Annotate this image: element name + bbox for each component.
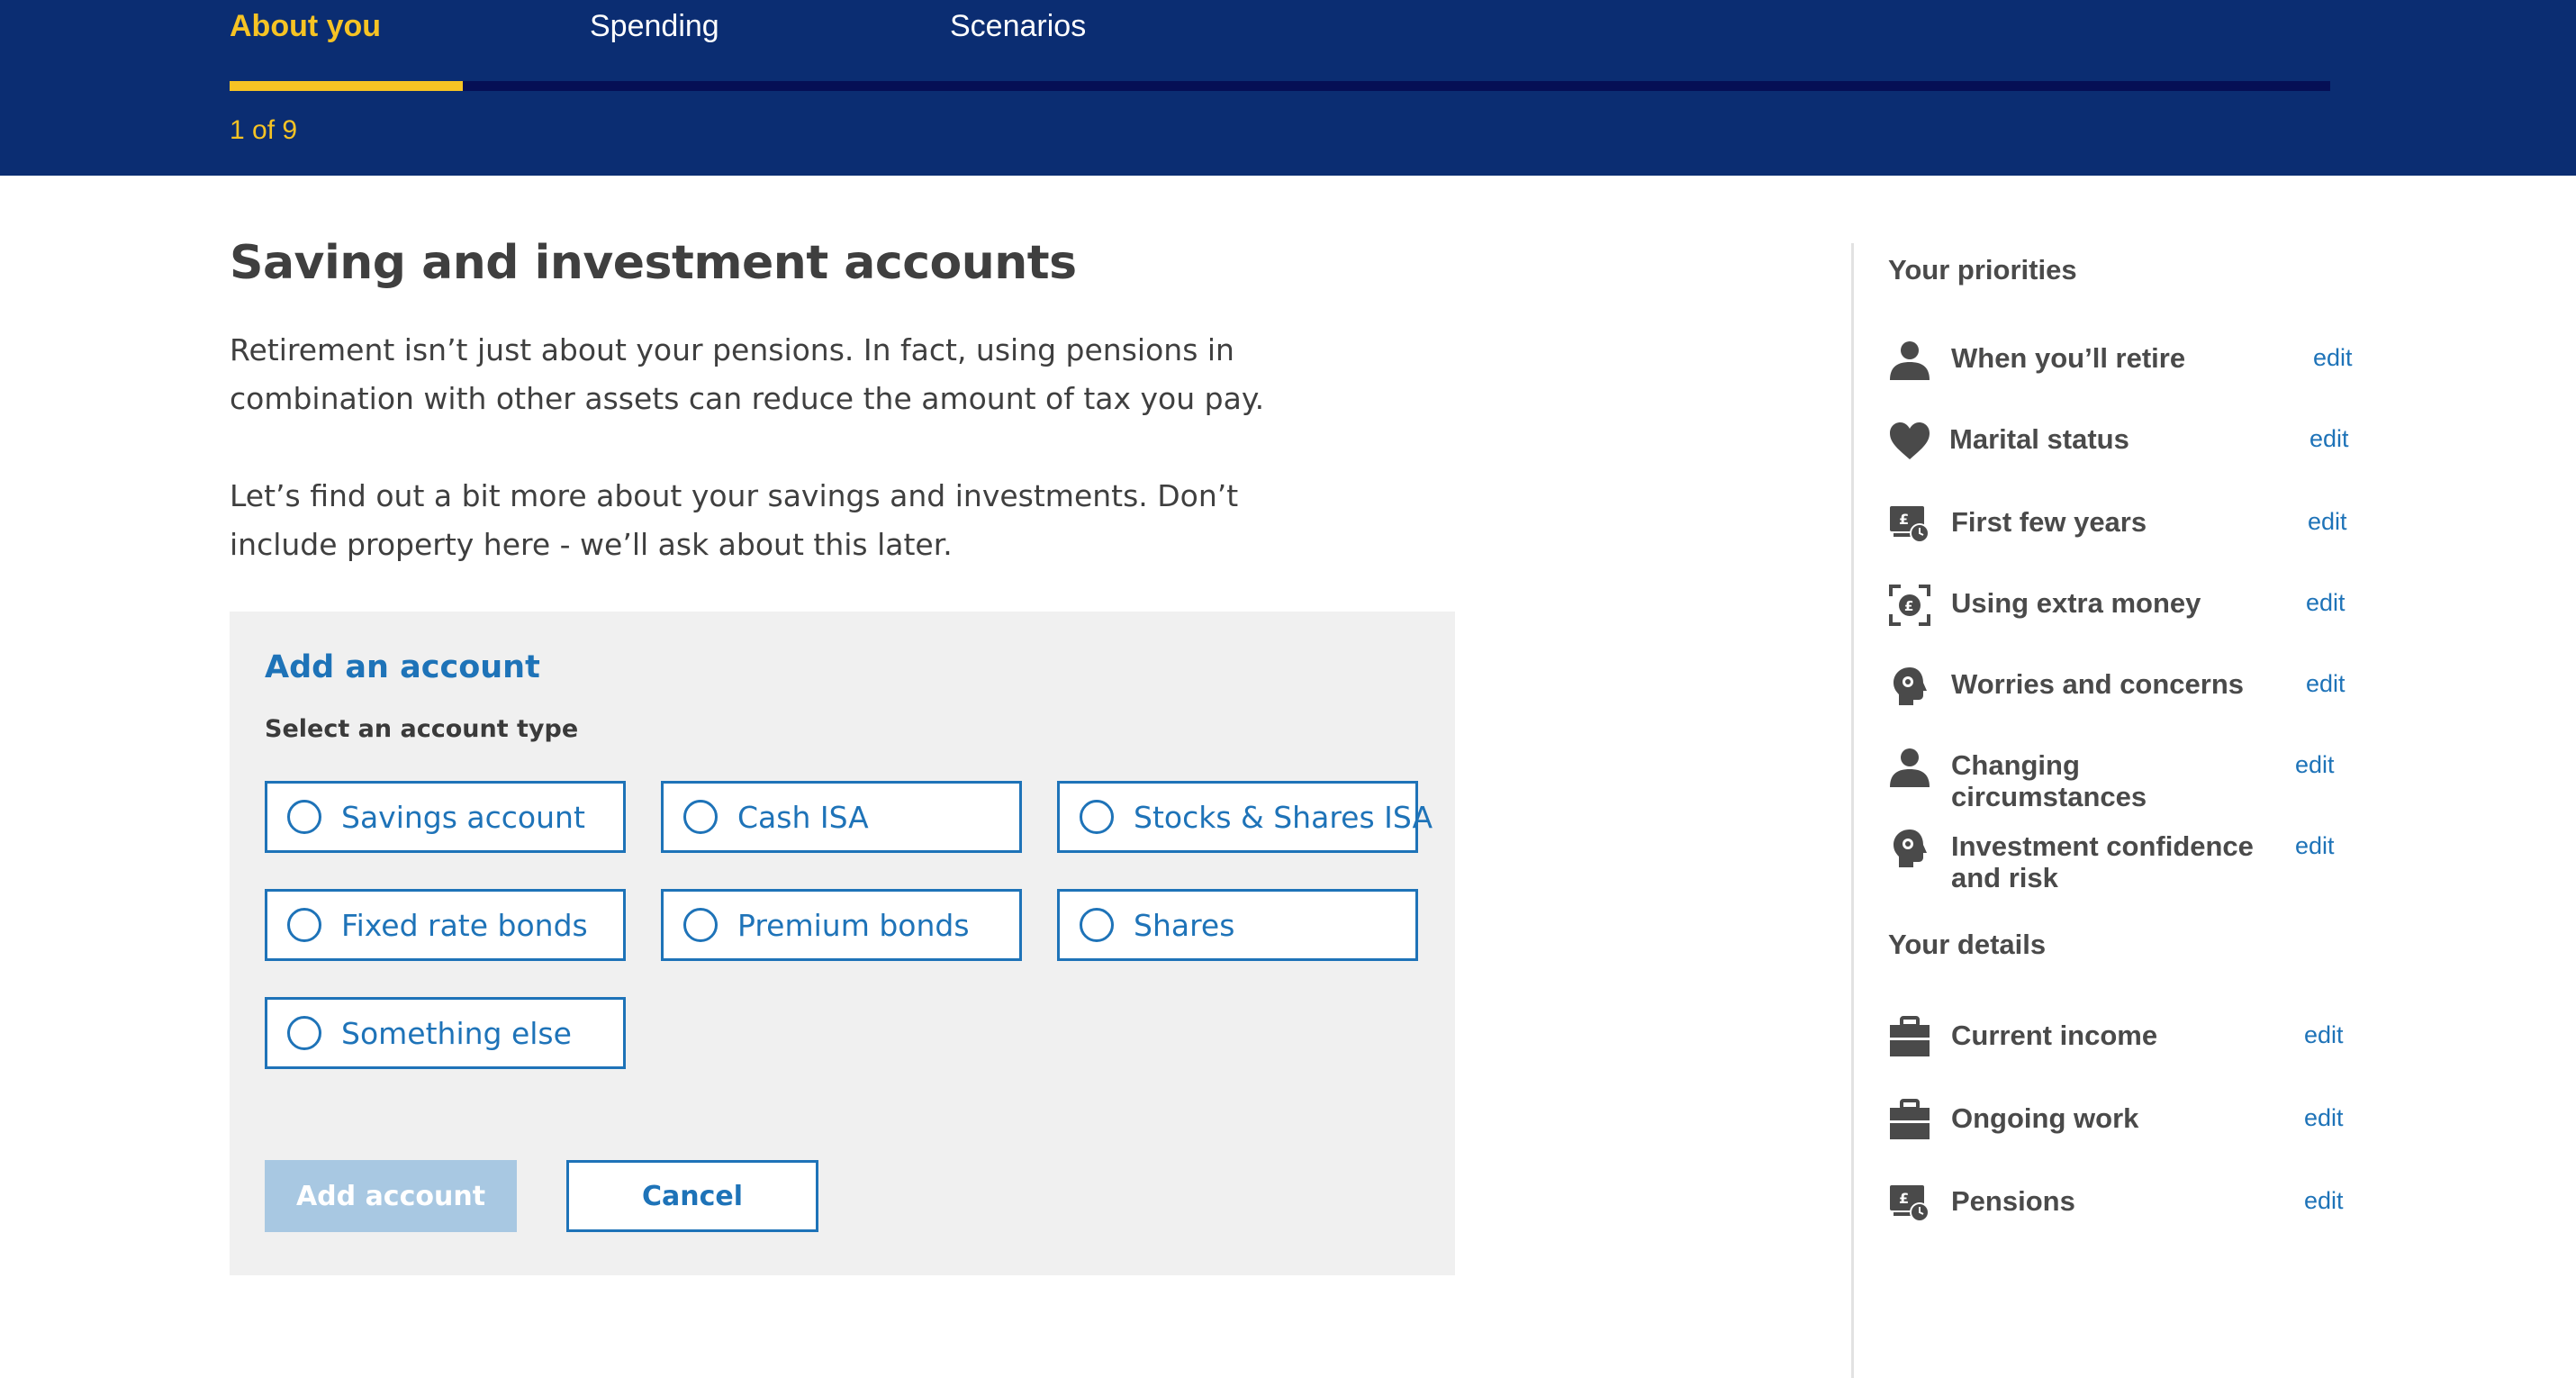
option-label: Premium bonds bbox=[737, 907, 970, 943]
sidebar-item-label: Marital status bbox=[1949, 423, 2129, 455]
svg-text:£: £ bbox=[1899, 511, 1909, 528]
svg-text:£: £ bbox=[1904, 598, 1913, 614]
option-premium-bonds[interactable]: Premium bonds bbox=[661, 889, 1022, 961]
page-title: Saving and investment accounts bbox=[230, 236, 1077, 290]
option-stocks-shares-isa[interactable]: Stocks & Shares ISA bbox=[1057, 781, 1433, 853]
add-account-button[interactable]: Add account bbox=[265, 1160, 517, 1232]
tab-spending[interactable]: Spending bbox=[590, 9, 719, 44]
progress-bar-fill bbox=[230, 81, 463, 91]
head-icon bbox=[1894, 830, 1927, 867]
coin-focus-icon: £ bbox=[1889, 585, 1930, 626]
edit-link[interactable]: edit bbox=[2313, 344, 2353, 372]
sidebar-item-label: Using extra money bbox=[1951, 587, 2201, 619]
edit-link[interactable]: edit bbox=[2308, 508, 2347, 536]
sidebar-item-label: Ongoing work bbox=[1951, 1102, 2139, 1134]
details-heading: Your details bbox=[1888, 929, 2047, 960]
briefcase-icon bbox=[1890, 1099, 1930, 1139]
edit-link[interactable]: edit bbox=[2304, 1021, 2344, 1049]
sidebar-item-label: Changing circumstances bbox=[1951, 749, 2147, 812]
person-icon bbox=[1890, 748, 1930, 787]
radio-circle-icon[interactable] bbox=[287, 1016, 321, 1050]
radio-circle-icon[interactable] bbox=[287, 908, 321, 942]
edit-link[interactable]: edit bbox=[2304, 1104, 2344, 1132]
radio-circle-icon[interactable] bbox=[1080, 800, 1114, 834]
tab-about-you[interactable]: About you bbox=[230, 9, 381, 44]
cancel-button[interactable]: Cancel bbox=[566, 1160, 818, 1232]
option-label: Stocks & Shares ISA bbox=[1134, 799, 1433, 835]
account-type-label: Select an account type bbox=[265, 715, 579, 743]
priorities-heading: Your priorities bbox=[1888, 254, 2077, 286]
heart-icon bbox=[1890, 422, 1930, 459]
edit-link[interactable]: edit bbox=[2295, 751, 2335, 779]
sidebar-item-label: First few years bbox=[1951, 506, 2147, 538]
intro-paragraph-savings: Let’s find out a bit more about your sav… bbox=[230, 478, 1239, 562]
tab-scenarios[interactable]: Scenarios bbox=[950, 9, 1086, 44]
radio-circle-icon[interactable] bbox=[683, 800, 718, 834]
option-fixed-rate-bonds[interactable]: Fixed rate bonds bbox=[265, 889, 626, 961]
edit-link[interactable]: edit bbox=[2306, 589, 2346, 617]
radio-circle-icon[interactable] bbox=[1080, 908, 1114, 942]
option-label: Shares bbox=[1134, 907, 1235, 943]
sidebar-item-label: Investment confidence and risk bbox=[1951, 830, 2254, 893]
option-label: Fixed rate bonds bbox=[341, 907, 588, 943]
step-counter: 1 of 9 bbox=[230, 115, 298, 145]
edit-link[interactable]: edit bbox=[2309, 425, 2349, 453]
sidebar-item-label: Pensions bbox=[1951, 1185, 2075, 1217]
briefcase-icon bbox=[1890, 1016, 1930, 1056]
top-navigation-header: About you Spending Scenarios 1 of 9 bbox=[0, 0, 2576, 176]
option-cash-isa[interactable]: Cash ISA bbox=[661, 781, 1022, 853]
person-icon bbox=[1890, 341, 1930, 380]
option-savings-account[interactable]: Savings account bbox=[265, 781, 626, 853]
svg-text:£: £ bbox=[1899, 1190, 1909, 1207]
edit-link[interactable]: edit bbox=[2304, 1187, 2344, 1215]
radio-circle-icon[interactable] bbox=[683, 908, 718, 942]
option-shares[interactable]: Shares bbox=[1057, 889, 1418, 961]
sidebar-item-label: When you’ll retire bbox=[1951, 342, 2186, 374]
sidebar-divider bbox=[1851, 243, 1854, 1378]
option-label: Something else bbox=[341, 1015, 572, 1051]
option-something-else[interactable]: Something else bbox=[265, 997, 626, 1069]
option-label: Cash ISA bbox=[737, 799, 869, 835]
edit-link[interactable]: edit bbox=[2295, 832, 2335, 860]
edit-link[interactable]: edit bbox=[2306, 670, 2346, 698]
sidebar-item-label: Worries and concerns bbox=[1951, 668, 2245, 700]
intro-paragraph-pensions: Retirement isn’t just about your pension… bbox=[230, 332, 1265, 416]
add-account-panel: Add an account Select an account type Sa… bbox=[230, 612, 1455, 1275]
add-account-heading: Add an account bbox=[265, 649, 540, 685]
sidebar-item-label: Current income bbox=[1951, 1020, 2158, 1051]
money-clock-icon: £ bbox=[1890, 1185, 1930, 1222]
radio-circle-icon[interactable] bbox=[287, 800, 321, 834]
money-clock-icon: £ bbox=[1890, 506, 1930, 543]
progress-bar bbox=[230, 81, 2330, 91]
head-icon bbox=[1894, 667, 1927, 705]
option-label: Savings account bbox=[341, 799, 585, 835]
